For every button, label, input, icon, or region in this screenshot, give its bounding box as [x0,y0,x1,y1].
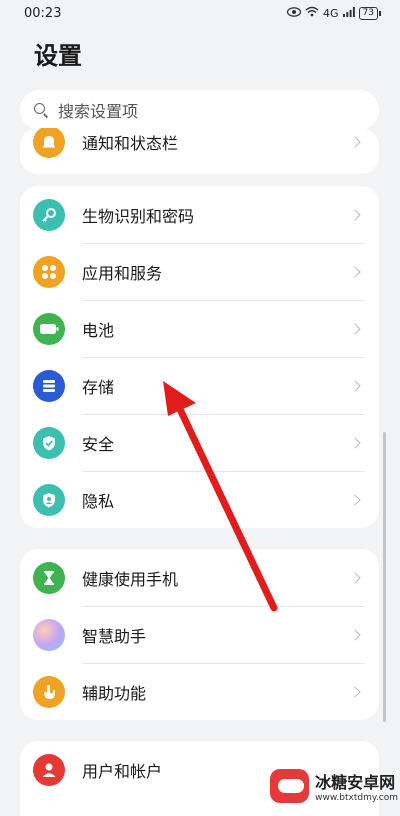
search-placeholder: 搜索设置项 [58,102,139,121]
settings-row-label: 安全 [82,434,115,454]
chevron-right-icon [349,135,361,148]
status-time: 00:23 [24,5,62,21]
settings-row-security[interactable]: 安全 [20,414,379,471]
chevron-right-icon [349,493,361,506]
settings-row-label: 隐私 [82,491,115,511]
battery-indicator: 73 [358,6,382,20]
chevron-right-icon [349,571,361,584]
status-bar: 00:23 4G 73 [0,0,400,26]
hourglass-icon [33,561,65,594]
chevron-right-icon [349,685,361,698]
chevron-right-icon [349,628,361,641]
settings-row-accessibility[interactable]: 辅助功能 [20,663,379,720]
search-bar[interactable]: 搜索设置项 [20,90,379,130]
watermark-title: 冰糖安卓网 [315,773,396,792]
watermark-logo-icon [270,769,310,803]
settings-row-assistant[interactable]: 智慧助手 [20,606,379,663]
grid-icon [33,255,65,288]
signal-icon [342,6,355,20]
watermark: 冰糖安卓网 www.btxtdmy.com [270,760,398,812]
status-icons: 4G 73 [286,6,382,20]
settings-row-label: 健康使用手机 [82,569,179,589]
settings-row-label: 智慧助手 [82,626,147,646]
user-icon [33,753,65,786]
chevron-right-icon [349,265,361,278]
watermark-url: www.btxtdmy.com [315,793,398,803]
settings-row-privacy[interactable]: 隐私 [20,471,379,528]
assistant-orb-icon [33,618,65,651]
hand-icon [33,675,65,708]
shield-check-icon [33,426,65,459]
settings-row-biometrics[interactable]: 生物识别和密码 [20,186,379,243]
chevron-right-icon [349,322,361,335]
settings-row-apps[interactable]: 应用和服务 [20,243,379,300]
chevron-right-icon [349,379,361,392]
storage-icon [33,369,65,402]
settings-row-storage[interactable]: 存储 [20,357,379,414]
page-title: 设置 [34,42,82,70]
settings-row-battery[interactable]: 电池 [20,300,379,357]
settings-row-label: 辅助功能 [82,683,147,703]
signal-type: 4G [323,6,339,20]
settings-row-label: 应用和服务 [82,263,163,283]
search-icon [34,103,48,117]
settings-row-label: 通知和状态栏 [82,133,179,153]
settings-card-device: 生物识别和密码 应用和服务 电池 存储 安全 隐私 [20,186,379,528]
settings-row-digital-balance[interactable]: 健康使用手机 [20,549,379,606]
privacy-shield-icon [33,483,65,516]
settings-card-wellbeing: 健康使用手机 智慧助手 辅助功能 [20,549,379,720]
battery-icon [33,312,65,345]
settings-row-label: 存储 [82,377,115,397]
settings-row-notifications[interactable]: 通知和状态栏 [20,128,379,170]
settings-row-label: 电池 [82,320,115,340]
scrollbar[interactable] [383,432,386,722]
chevron-right-icon [349,208,361,221]
settings-card-notifications: 通知和状态栏 [20,128,379,174]
settings-row-label: 生物识别和密码 [82,206,195,226]
eye-icon [286,6,302,20]
wifi-icon [305,6,319,20]
chevron-right-icon [349,436,361,449]
bell-icon [33,128,65,158]
key-icon [33,198,65,231]
